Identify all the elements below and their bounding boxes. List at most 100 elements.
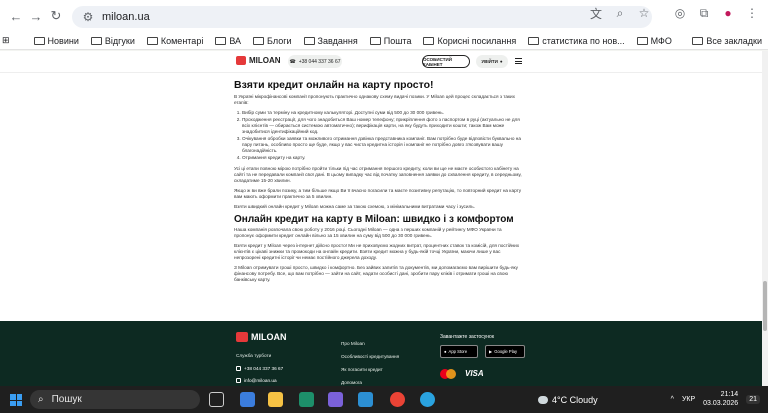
bookmark-folder[interactable]: Блоги — [253, 36, 292, 46]
paragraph: Якщо ж ви вже брали позику, а тим більше… — [234, 188, 522, 199]
bookmark-folder[interactable]: Коментарі — [146, 35, 204, 46]
bookmark-folder[interactable]: статистика по нов... — [528, 35, 625, 46]
screenshot-icon[interactable]: ◎ — [672, 5, 688, 21]
article-title: Взяти кредит онлайн на карту просто! — [234, 79, 434, 91]
login-button[interactable]: УВІЙТИ ● — [476, 55, 508, 68]
support-label: Служба турботи — [236, 353, 272, 358]
apple-icon: ● — [444, 349, 447, 354]
site-logo[interactable]: MILOAN — [236, 56, 281, 65]
chrome-icon[interactable] — [390, 392, 405, 407]
site-info-icon[interactable]: ⚙ — [80, 9, 96, 25]
section-title: Онлайн кредит на карту в Miloan: швидко … — [234, 214, 514, 225]
bookmarks-bar: ⊞ Новини Відгуки Коментарі ВА Блоги Завд… — [0, 32, 768, 50]
forward-icon[interactable]: → — [26, 6, 46, 26]
bookmark-label: Корисні посилання — [437, 35, 517, 46]
scrollbar-thumb[interactable] — [763, 281, 767, 331]
folder-icon — [253, 36, 265, 45]
bookmark-folder[interactable]: Корисні посилання — [423, 36, 516, 46]
bookmark-folder[interactable]: ВА — [215, 36, 241, 46]
list-item: Очікування обробки заявки та можливого о… — [242, 136, 522, 154]
logo-icon — [236, 332, 248, 342]
bookmark-folder[interactable]: Новини — [33, 36, 79, 46]
bookmark-label: статистика по нов... — [542, 35, 625, 46]
bookmark-folder[interactable]: Завдання — [303, 36, 358, 46]
cabinet-button[interactable]: ОСОБИСТИЙ КАБІНЕТ — [422, 55, 470, 68]
google-play-button[interactable]: ▶ Google Play — [485, 345, 525, 358]
windows-start-icon[interactable] — [10, 394, 22, 406]
browser-toolbar: ← → ↻ ⚙ miloan.ua 文 ⌕ ☆ ◎ ⧉ ● ⋮ — [0, 0, 768, 32]
mastercard-icon — [440, 369, 456, 379]
bookmark-label: Пошта — [383, 35, 412, 46]
folder-icon — [369, 36, 381, 45]
telegram-icon[interactable] — [420, 392, 435, 407]
copilot-icon[interactable] — [328, 392, 343, 407]
back-icon[interactable]: ← — [6, 6, 26, 26]
article: Взяти кредит онлайн на карту просто! В У… — [234, 79, 522, 287]
weather-widget[interactable]: 4°C Cloudy — [538, 395, 598, 405]
app-icon[interactable] — [358, 392, 373, 407]
extensions-icon[interactable]: ⧉ — [696, 5, 712, 21]
list-item: Вибір суми та терміну на кредитному каль… — [242, 110, 522, 116]
steps-list: Вибір суми та терміну на кредитному каль… — [242, 110, 522, 161]
user-icon: ● — [499, 59, 503, 64]
folder-icon — [90, 36, 102, 45]
visa-logo: VISA — [465, 369, 484, 378]
footer-link[interactable]: Допомога — [341, 376, 399, 386]
zoom-icon[interactable]: ⌕ — [612, 5, 628, 21]
bookmark-folder[interactable]: Пошта — [369, 35, 412, 46]
logo-text: MILOAN — [249, 56, 281, 65]
address-bar[interactable]: ⚙ miloan.ua — [72, 6, 652, 28]
page-scrollbar[interactable] — [762, 51, 768, 386]
paragraph: З Miloan отримувати гроші просто, швидко… — [234, 265, 518, 282]
bookmark-star-icon[interactable]: ☆ — [636, 5, 652, 21]
edge-icon[interactable] — [299, 392, 314, 407]
task-view-icon[interactable] — [209, 392, 224, 407]
app-store-label: App Store — [448, 349, 468, 354]
footer-link[interactable]: Про Miloan — [341, 337, 399, 350]
reload-icon[interactable]: ↻ — [46, 6, 66, 26]
app-store-button[interactable]: ● App Store — [440, 345, 478, 358]
header-phone[interactable]: ☎ +38 044 337 36 67 — [288, 55, 342, 68]
translate-icon[interactable]: 文 — [588, 5, 604, 21]
all-bookmarks-label: Все закладки — [706, 35, 762, 46]
header-phone-text: +38 044 337 36 67 — [298, 58, 341, 65]
store-icon[interactable] — [240, 392, 255, 407]
login-label: УВІЙТИ — [481, 59, 498, 64]
paragraph: Взяти швидкий онлайн кредит у Miloan мож… — [234, 204, 475, 209]
footer-links: Про Miloan Особливості кредитування Як п… — [341, 337, 399, 386]
folder-icon — [423, 36, 435, 45]
phone-icon: ☎ — [289, 58, 296, 65]
notification-badge[interactable]: 21 — [746, 394, 760, 404]
apps-icon[interactable]: ⊞ — [2, 35, 10, 46]
bookmark-label: Коментарі — [160, 35, 204, 46]
taskbar-search[interactable]: ⌕ Пошук — [30, 390, 200, 409]
chevron-up-icon[interactable]: ^ — [671, 396, 674, 403]
bookmark-folder[interactable]: МФО — [636, 35, 672, 46]
footer-phone-text: +38 044 337 36 67 — [244, 366, 284, 371]
system-tray: ^ УКР 21:14 03.03.2026 21 — [671, 390, 760, 408]
windows-taskbar: ⌕ Пошук 4°C Cloudy ^ УКР 21:14 03.03.202… — [0, 386, 768, 413]
footer-link[interactable]: Особливості кредитування — [341, 350, 399, 363]
footer-email-text: info@miloan.ua — [244, 378, 277, 383]
web-page: MILOAN ☎ +38 044 337 36 67 ОСОБИСТИЙ КАБ… — [0, 51, 762, 386]
footer-link[interactable]: Як погасити кредит — [341, 363, 399, 376]
site-header: MILOAN ☎ +38 044 337 36 67 ОСОБИСТИЙ КАБ… — [0, 51, 762, 73]
clock[interactable]: 21:14 03.03.2026 — [703, 390, 738, 408]
file-explorer-icon[interactable] — [268, 392, 283, 407]
folder-icon — [146, 36, 158, 45]
google-play-label: Google Play — [494, 349, 518, 354]
logo-icon — [236, 56, 246, 65]
paragraph: Взяти кредит у Miloan через інтернет дій… — [234, 243, 520, 260]
bookmark-label: МФО — [650, 35, 672, 46]
profile-icon[interactable]: ● — [720, 5, 736, 21]
footer-phone[interactable]: +38 044 337 36 67 — [236, 366, 283, 371]
menu-icon[interactable]: ⋮ — [744, 5, 760, 21]
folder-icon — [33, 36, 45, 45]
footer-email[interactable]: info@miloan.ua — [236, 378, 277, 383]
bookmark-folder[interactable]: Відгуки — [90, 36, 135, 46]
language-indicator[interactable]: УКР — [682, 396, 695, 403]
footer-logo[interactable]: MILOAN — [236, 332, 287, 342]
apps-title: Завантажте застосунок — [440, 334, 495, 340]
menu-burger-icon[interactable] — [515, 58, 522, 64]
all-bookmarks[interactable]: Все закладки — [692, 36, 762, 46]
